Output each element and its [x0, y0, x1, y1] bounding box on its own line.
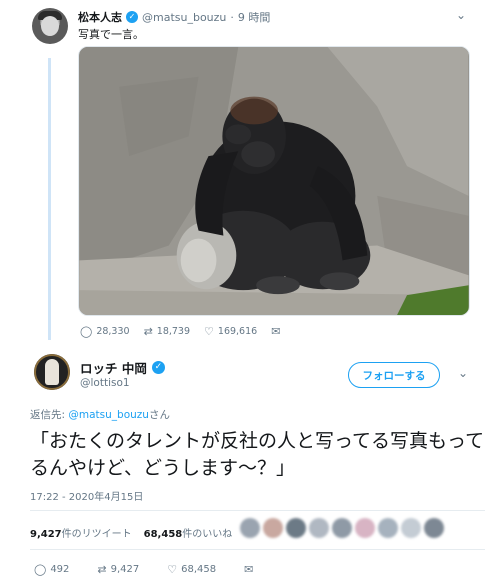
author-handle[interactable]: @lottiso1: [80, 377, 130, 389]
author-name[interactable]: 松本人志: [78, 9, 122, 25]
dm-icon: ✉: [244, 563, 254, 576]
retweet-count: 18,739: [156, 326, 191, 337]
reply-icon: ◯: [80, 325, 93, 338]
chevron-down-icon[interactable]: ⌄: [458, 366, 468, 380]
reply-icon: ◯: [34, 563, 47, 576]
tweet-text: 「おたくのタレントが反社の人と写ってる写真もってるんやけど、どうします～？」: [30, 430, 485, 479]
tweet-photo[interactable]: [78, 46, 470, 316]
reply-count: 492: [50, 564, 70, 575]
chevron-down-icon[interactable]: ⌄: [456, 8, 466, 22]
like-button[interactable]: ♡ 169,616: [204, 325, 257, 338]
avatar[interactable]: [309, 518, 329, 538]
verified-icon: ✓: [151, 361, 165, 374]
avatar[interactable]: [32, 8, 68, 44]
separator: ·: [230, 10, 234, 24]
parent-tweet-actions: ◯ 28,330 ⇄ 18,739 ♡ 169,616 ✉: [80, 325, 280, 338]
verified-icon: ✓: [126, 11, 138, 23]
like-stat-count: 68,458: [143, 529, 183, 540]
divider: [30, 549, 485, 550]
author-name[interactable]: ロッチ 中岡: [80, 358, 147, 377]
avatar[interactable]: [240, 518, 260, 538]
reply-context: 返信先: @matsu_bouzuさん: [30, 407, 170, 422]
like-stat-label: 件のいいね: [182, 529, 233, 540]
avatar[interactable]: [355, 518, 375, 538]
follow-button[interactable]: フォローする: [348, 362, 440, 388]
gorilla-photo: [79, 47, 469, 315]
like-stat[interactable]: 68,458件のいいね: [144, 525, 233, 540]
dm-icon: ✉: [271, 325, 281, 338]
reply-suffix: さん: [148, 409, 170, 421]
retweet-button[interactable]: ⇄ 18,739: [144, 325, 190, 338]
reply-handle-link[interactable]: @matsu_bouzu: [68, 409, 149, 421]
author-handle[interactable]: @matsu_bouzu: [142, 11, 226, 24]
retweet-button[interactable]: ⇄ 9,427: [97, 563, 139, 576]
like-icon: ♡: [167, 563, 178, 576]
avatar[interactable]: [332, 518, 352, 538]
retweet-icon: ⇄: [97, 563, 107, 576]
parent-tweet-text: 写真で一言。: [78, 28, 144, 41]
avatar[interactable]: [286, 518, 306, 538]
divider: [30, 510, 485, 511]
avatar[interactable]: [263, 518, 283, 538]
retweet-stat[interactable]: 9,427件のリツイート: [30, 525, 132, 540]
avatar[interactable]: [378, 518, 398, 538]
dm-button[interactable]: ✉: [271, 325, 280, 338]
reply-count: 28,330: [96, 326, 130, 337]
tweet-timestamp[interactable]: 17:22 - 2020年4月15日: [30, 488, 143, 503]
liker-avatars: [240, 518, 444, 538]
tweet-time[interactable]: 9 時間: [238, 9, 271, 25]
avatar[interactable]: [424, 518, 444, 538]
avatar[interactable]: [34, 354, 70, 390]
retweet-icon: ⇄: [143, 325, 153, 338]
thread-connector-line: [48, 58, 51, 340]
retweet-stat-label: 件のリツイート: [61, 529, 132, 540]
reply-button[interactable]: ◯ 492: [34, 563, 69, 576]
like-button[interactable]: ♡ 68,458: [167, 563, 216, 576]
like-count: 169,616: [217, 326, 258, 337]
like-count: 68,458: [181, 564, 217, 575]
reply-prefix: 返信先:: [30, 409, 66, 421]
like-icon: ♡: [204, 325, 214, 338]
author-name-row: ロッチ 中岡 ✓: [80, 358, 165, 377]
reply-button[interactable]: ◯ 28,330: [80, 325, 130, 338]
parent-tweet-header: 松本人志 ✓ @matsu_bouzu · 9 時間: [78, 9, 270, 25]
avatar[interactable]: [401, 518, 421, 538]
dm-button[interactable]: ✉: [244, 563, 253, 576]
retweet-count: 9,427: [110, 564, 140, 575]
retweet-stat-count: 9,427: [30, 529, 62, 540]
tweet-actions: ◯ 492 ⇄ 9,427 ♡ 68,458 ✉: [34, 563, 253, 576]
tweet-stats: 9,427件のリツイート 68,458件のいいね: [30, 525, 232, 540]
